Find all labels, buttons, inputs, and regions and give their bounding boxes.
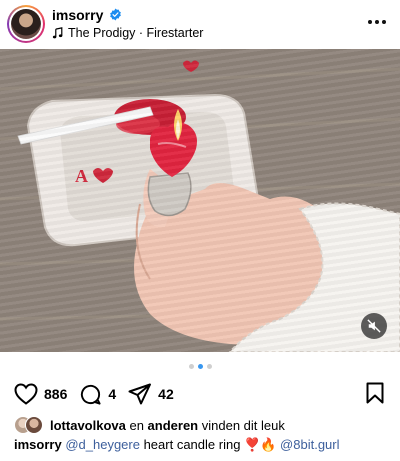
mute-button[interactable] <box>361 313 387 339</box>
share-icon <box>128 383 152 405</box>
music-track[interactable]: The Prodigy · Firestarter <box>52 26 203 40</box>
caption-emojis: ❣️🔥 <box>244 437 277 452</box>
caption-mention[interactable]: @8bit.gurl <box>280 437 339 452</box>
comment-count: 4 <box>108 386 117 402</box>
avatar <box>25 416 43 434</box>
like-button[interactable]: 886 <box>14 383 67 405</box>
post-photo[interactable]: A <box>0 49 400 352</box>
comment-icon <box>81 384 101 405</box>
post-caption: imsorry @d_heygere heart candle ring ❣️🔥… <box>14 437 340 453</box>
liker-username[interactable]: lottavolkova <box>50 418 126 433</box>
likes-suffix: vinden dit leuk <box>198 417 285 433</box>
like-count: 886 <box>44 386 68 402</box>
music-note-icon <box>52 27 63 39</box>
more-options-icon[interactable] <box>368 20 386 24</box>
speaker-muted-icon <box>367 319 381 333</box>
action-bar: 886 4 42 <box>14 381 186 407</box>
carousel-dot <box>206 364 212 369</box>
music-title: The Prodigy · Firestarter <box>68 26 204 40</box>
avatar[interactable] <box>7 5 45 43</box>
liked-by[interactable]: lottavolkova en anderen vinden dit leuk <box>14 416 285 434</box>
caption-mention[interactable]: @d_heygere <box>65 437 140 452</box>
carousel-indicator <box>0 364 400 369</box>
post-header: imsorry The Prodigy · Firestarter <box>0 0 400 48</box>
comment-button[interactable]: 4 <box>79 383 116 406</box>
username[interactable]: imsorry <box>52 7 103 23</box>
caption-author[interactable]: imsorry <box>14 437 62 452</box>
carousel-dot <box>188 364 194 369</box>
verified-badge-icon <box>110 8 121 21</box>
likes-connector: en <box>125 417 148 433</box>
bookmark-icon[interactable] <box>366 382 384 404</box>
share-button[interactable]: 42 <box>128 383 174 405</box>
liker-avatars <box>14 416 44 434</box>
liker-others[interactable]: anderen <box>148 418 199 433</box>
heart-icon <box>14 383 38 405</box>
caption-text: heart candle ring <box>139 437 245 452</box>
carousel-dot-active <box>197 364 203 369</box>
share-count: 42 <box>158 386 174 402</box>
